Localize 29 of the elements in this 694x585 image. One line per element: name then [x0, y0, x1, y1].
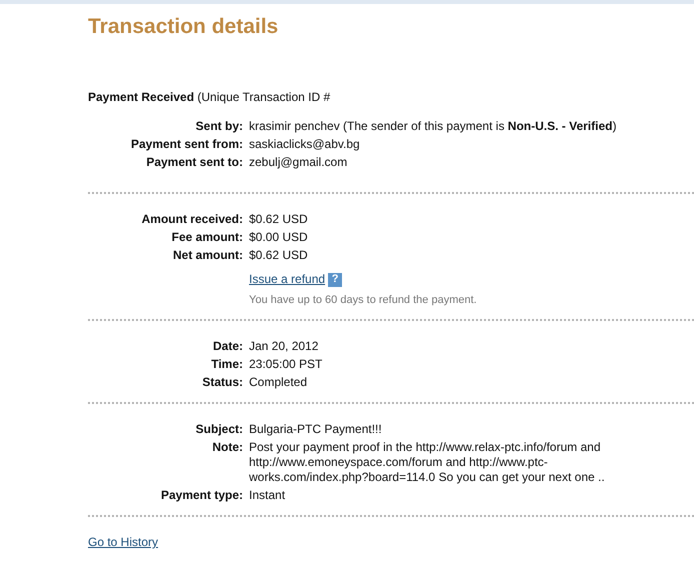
refund-note: You have up to 60 days to refund the payment.	[249, 293, 478, 307]
field-value: $0.00 USD	[249, 230, 309, 245]
field-value: Post your payment proof in the http://www.relax-ptc.info/forum and http://www.emoneyspace.com/forum and http://www.ptc-works.com/index.php?board=114.0 So you can get your next one ..	[249, 440, 606, 485]
field-value: 23:05:00 PST	[249, 357, 324, 372]
field-value: Completed	[249, 375, 308, 390]
transaction-summary: Payment Received (Unique Transaction ID #	[88, 90, 332, 105]
history-link[interactable]: Go to History	[88, 535, 158, 550]
field-label: Payment sent to:	[145, 155, 243, 170]
field-value: Bulgaria-PTC Payment!!!	[249, 422, 383, 437]
field-value: Jan 20, 2012	[249, 339, 320, 354]
page-title: Transaction details	[88, 14, 280, 40]
field-label: Status:	[201, 375, 243, 390]
field-label: Amount received:	[140, 212, 243, 227]
field-value: krasimir penchev (The sender of this payment is Non-U.S. - Verified)	[249, 119, 618, 134]
field-label: Fee amount:	[170, 230, 243, 245]
refund-link[interactable]: Issue a refund	[249, 272, 326, 287]
field-label: Subject:	[194, 422, 243, 437]
field-value: Instant	[249, 488, 286, 503]
field-label: Sent by:	[194, 119, 243, 134]
field-value: zebulj@gmail.com	[249, 155, 348, 170]
field-label: Note:	[211, 440, 243, 455]
field-label: Date:	[212, 339, 243, 354]
field-label: Net amount:	[172, 248, 243, 263]
field-value: saskiaclicks@abv.bg	[249, 137, 361, 152]
field-label: Payment type:	[160, 488, 243, 503]
field-value: $0.62 USD	[249, 212, 309, 227]
field-label: Payment sent from:	[130, 137, 243, 152]
field-value: $0.62 USD	[249, 248, 309, 263]
field-label: Time:	[210, 357, 243, 372]
